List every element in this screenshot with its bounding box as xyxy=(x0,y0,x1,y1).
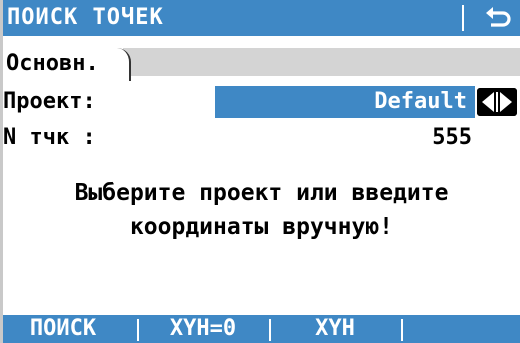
point-count-label: N тчк : xyxy=(3,125,96,150)
message-line-1: Выберите проект или введите xyxy=(74,180,449,206)
softkey-search[interactable]: ПОИСК xyxy=(7,316,119,342)
softkey-xyh[interactable]: XYH xyxy=(275,316,395,342)
tab-main-label: Основн. xyxy=(6,51,99,76)
title-separator xyxy=(462,5,464,31)
point-count-value: 555 xyxy=(432,125,472,150)
project-select[interactable]: Default xyxy=(215,86,475,118)
softkey-separator xyxy=(269,319,271,341)
softkey-xyh-zero[interactable]: XYH=0 xyxy=(143,316,263,342)
softkey-bar: ПОИСК XYH=0 XYH xyxy=(3,315,520,343)
title-bar: ПОИСК ТОЧЕК xyxy=(3,0,520,36)
softkey-separator xyxy=(401,319,403,341)
softkey-separator xyxy=(137,319,139,341)
window-title: ПОИСК ТОЧЕК xyxy=(7,5,164,30)
return-arrow-icon[interactable] xyxy=(485,6,511,30)
left-right-arrows-icon[interactable] xyxy=(477,88,517,116)
screen: ПОИСК ТОЧЕК Основн. Проект: Default N тч… xyxy=(3,0,520,343)
tab-strip xyxy=(123,48,520,76)
message-line-2: координаты вручную! xyxy=(129,214,394,240)
project-value: Default xyxy=(374,89,467,114)
info-message: Выберите проект или введите координаты в… xyxy=(3,176,520,244)
project-label: Проект: xyxy=(3,89,96,114)
